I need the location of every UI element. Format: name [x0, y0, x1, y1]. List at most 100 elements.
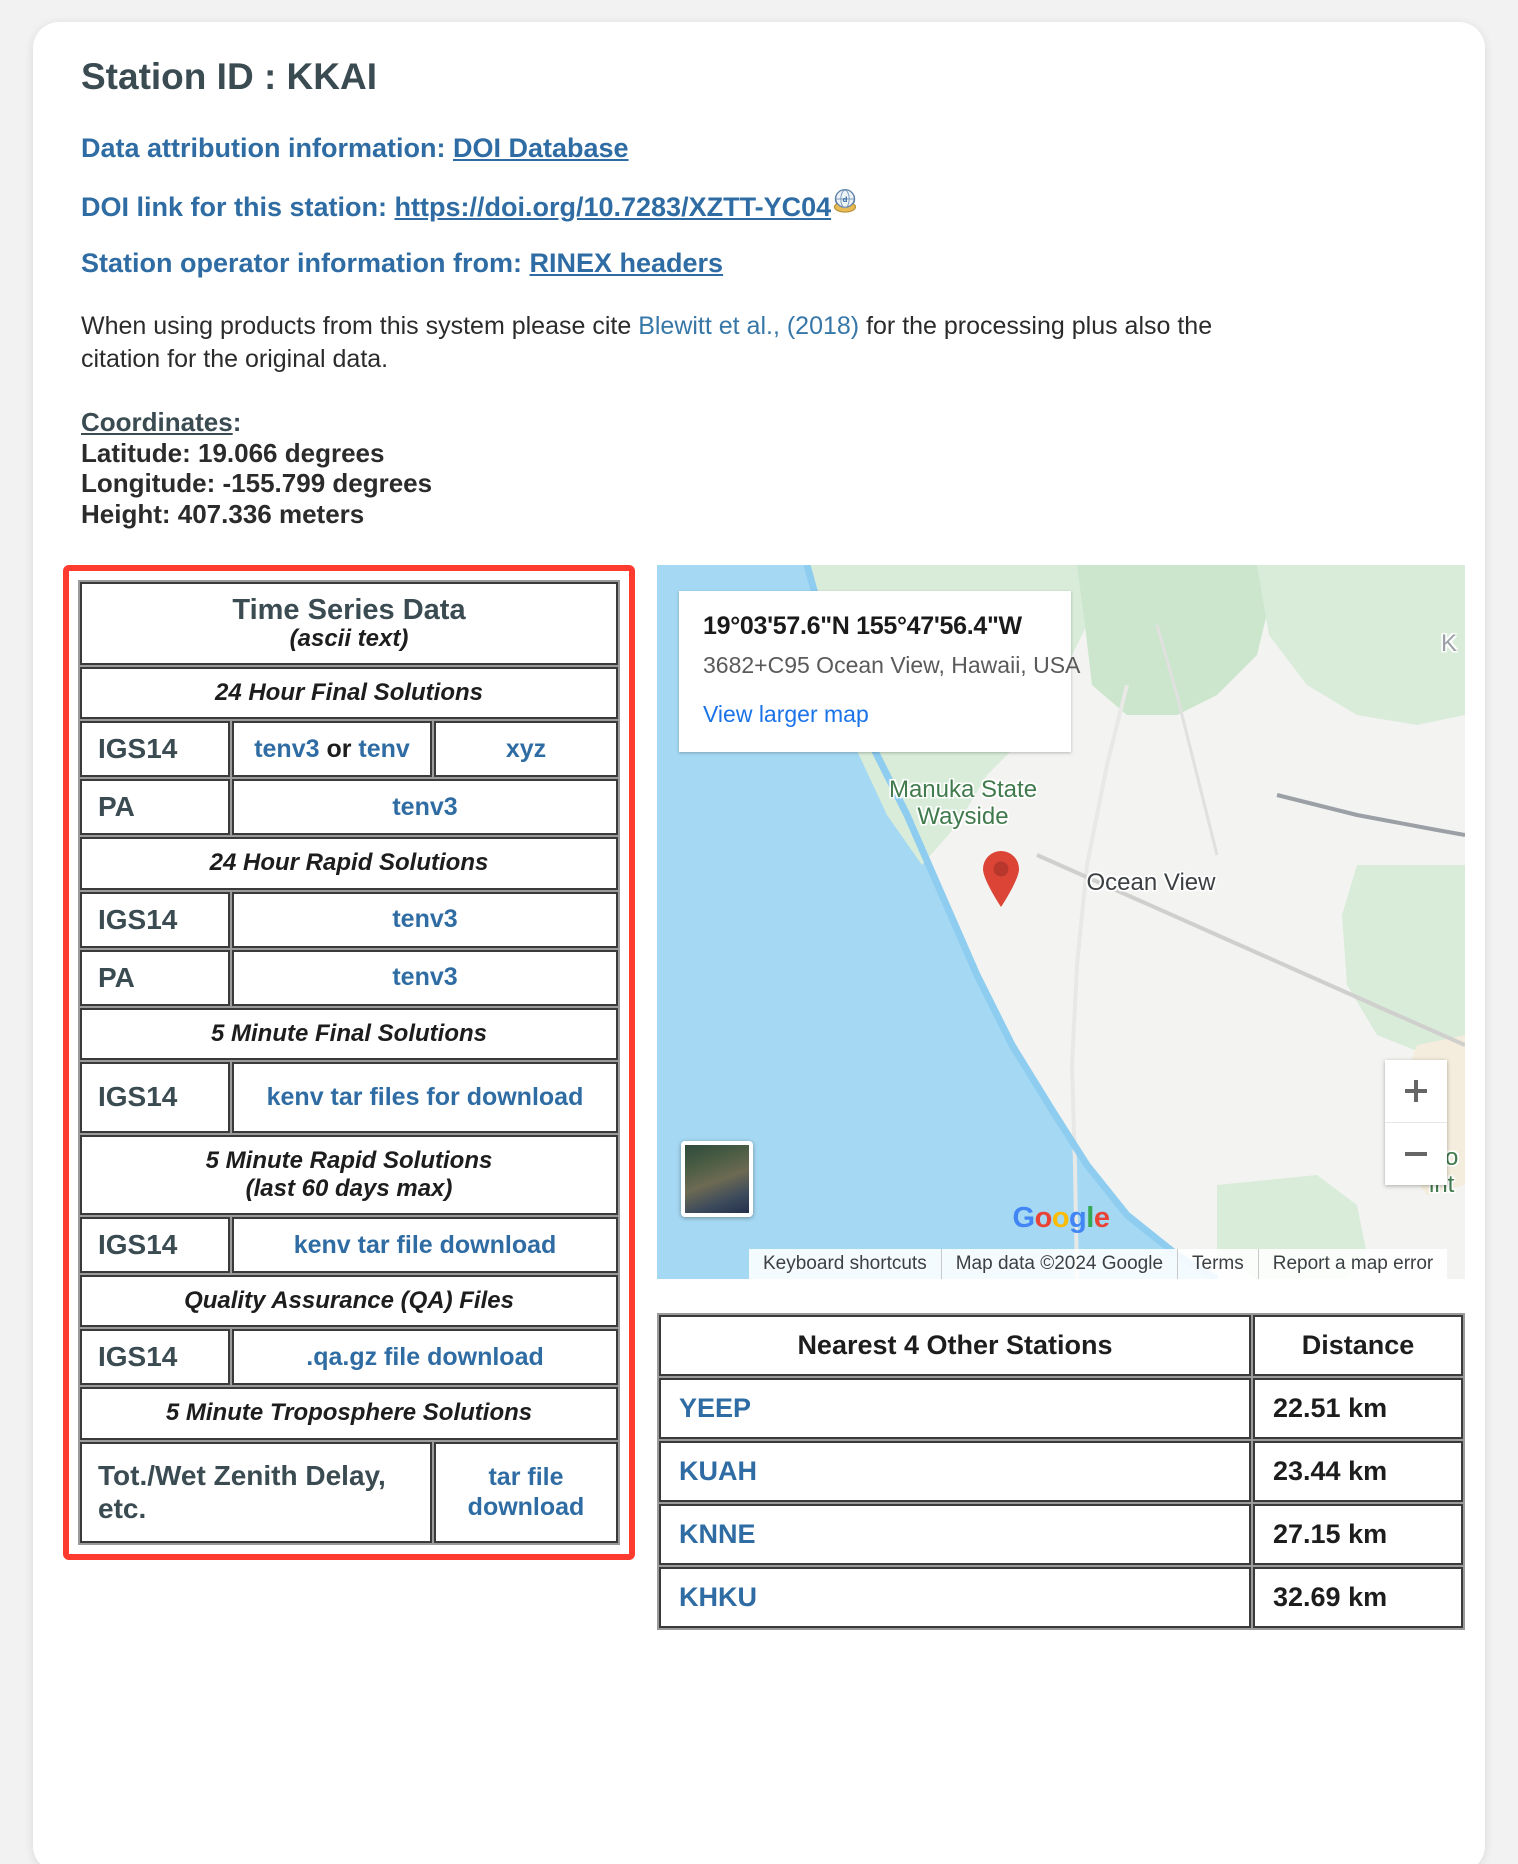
satellite-thumbnail-button[interactable] — [681, 1140, 753, 1217]
latitude-value: Latitude: 19.066 degrees — [81, 438, 385, 469]
station-link-kuah[interactable]: KUAH — [679, 1456, 757, 1486]
table-row-section-24h-final: 24 Hour Final Solutions — [80, 667, 618, 720]
cell-kenv-tar-files: kenv tar files for download — [232, 1062, 618, 1133]
or-separator: or — [319, 735, 359, 764]
table-row-section-5min-rapid: 5 Minute Rapid Solutions (last 60 days m… — [80, 1134, 618, 1216]
table-row: KHKU 32.69 km — [659, 1566, 1463, 1628]
google-logo-o2: o — [1051, 1201, 1070, 1234]
map-pin-icon[interactable] — [980, 850, 1022, 908]
right-column: 19°03'57.6"N 155°47'56.4"W 3682+C95 Ocea… — [657, 564, 1465, 1630]
svg-text:d: d — [843, 196, 848, 204]
station-name-cell: KUAH — [659, 1440, 1251, 1502]
google-logo-e: e — [1093, 1201, 1110, 1234]
section-heading-5min-rapid-line1: 5 Minute Rapid Solutions — [205, 1146, 493, 1174]
rinex-headers-link[interactable]: RINEX headers — [530, 248, 724, 278]
map-footer: Keyboard shortcuts Map data ©2024 Google… — [749, 1248, 1448, 1279]
cell-xyz: xyz — [434, 721, 618, 778]
station-distance-kuah: 23.44 km — [1253, 1440, 1463, 1502]
zoom-in-button[interactable] — [1385, 1060, 1447, 1122]
data-attribution-line: Data attribution information: DOI Databa… — [81, 132, 1455, 166]
table-row: IGS14 tenv3 — [80, 891, 618, 948]
link-tenv3-igs14-24h-rapid[interactable]: tenv3 — [392, 905, 457, 933]
station-distance-khku: 32.69 km — [1253, 1566, 1463, 1628]
keyboard-shortcuts-link[interactable]: Keyboard shortcuts — [749, 1249, 941, 1279]
table-row: PA tenv3 — [80, 779, 618, 836]
row-label-igs14-5min-final: IGS14 — [80, 1062, 230, 1133]
google-logo-g2: g — [1069, 1201, 1087, 1234]
link-xyz-24h-final[interactable]: xyz — [506, 735, 546, 763]
table-row: PA tenv3 — [80, 949, 618, 1006]
terms-link[interactable]: Terms — [1177, 1248, 1258, 1279]
header-distance: Distance — [1253, 1314, 1463, 1376]
section-heading-5min-rapid: 5 Minute Rapid Solutions (last 60 days m… — [80, 1134, 618, 1216]
station-name-cell: YEEP — [659, 1377, 1251, 1439]
longitude-value: Longitude: -155.799 degrees — [81, 468, 433, 499]
cell-tenv3-or-tenv: tenv3 or tenv — [232, 721, 432, 778]
page-title: Station ID : KKAI — [81, 56, 377, 97]
google-logo: Google — [1013, 1202, 1110, 1235]
station-link-khku[interactable]: KHKU — [679, 1582, 757, 1612]
row-label-igs14-qa: IGS14 — [80, 1329, 230, 1386]
plus-icon — [1405, 1079, 1427, 1102]
operator-info-line: Station operator information from: RINEX… — [81, 247, 1455, 281]
row-label-zenith-delay: Tot./Wet Zenith Delay, etc. — [80, 1441, 432, 1543]
table-row: KUAH 23.44 km — [659, 1440, 1463, 1502]
station-distance-knne: 27.15 km — [1253, 1503, 1463, 1565]
time-series-title: Time Series Data — [232, 593, 466, 626]
table-row: IGS14 kenv tar files for download — [80, 1062, 618, 1133]
report-map-error-link[interactable]: Report a map error — [1257, 1248, 1448, 1279]
map-zoom-controls[interactable] — [1385, 1059, 1447, 1185]
row-label-igs14-24h-rapid: IGS14 — [80, 891, 230, 948]
zoom-out-button[interactable] — [1385, 1123, 1447, 1185]
attribution-block: Data attribution information: DOI Databa… — [81, 132, 1455, 280]
table-row-section-5min-final: 5 Minute Final Solutions — [80, 1007, 618, 1060]
link-qa-gz-file-download[interactable]: .qa.gz file download — [306, 1343, 544, 1371]
row-label-pa-24h-final: PA — [80, 779, 230, 836]
link-kenv-tar-file-download[interactable]: kenv tar file download — [294, 1231, 557, 1259]
coordinates-heading-text: Coordinates — [81, 407, 233, 438]
link-tenv3-pa-24h-final[interactable]: tenv3 — [392, 793, 457, 821]
time-series-subtitle: (ascii text) — [289, 625, 409, 653]
minus-icon — [1405, 1151, 1427, 1156]
doi-globe-icon: d — [832, 188, 858, 223]
link-troposphere-tar-file-download[interactable]: tar file download — [468, 1463, 585, 1522]
row-label-pa-24h-rapid: PA — [80, 949, 230, 1006]
link-tenv3-pa-24h-rapid[interactable]: tenv3 — [392, 963, 457, 991]
station-link-yeep[interactable]: YEEP — [679, 1393, 751, 1423]
table-row: KNNE 27.15 km — [659, 1503, 1463, 1565]
time-series-data-table: Time Series Data (ascii text) 24 Hour Fi… — [78, 579, 620, 1545]
station-link-knne[interactable]: KNNE — [679, 1519, 756, 1549]
section-heading-24h-final: 24 Hour Final Solutions — [80, 667, 618, 720]
operator-info-label: Station operator information from: — [81, 247, 530, 278]
map-data-attribution: Map data ©2024 Google — [940, 1248, 1177, 1279]
doi-link-line: DOI link for this station: https://doi.o… — [81, 188, 1455, 225]
link-tenv-24h-final[interactable]: tenv — [358, 735, 409, 763]
table-row-section-qa: Quality Assurance (QA) Files — [80, 1275, 618, 1328]
section-heading-24h-rapid: 24 Hour Rapid Solutions — [80, 837, 618, 890]
google-map[interactable]: 19°03'57.6"N 155°47'56.4"W 3682+C95 Ocea… — [657, 564, 1465, 1279]
data-attribution-label: Data attribution information: — [81, 133, 453, 163]
page-root: Station ID : KKAI Data attribution infor… — [0, 0, 1518, 1864]
view-larger-map-link[interactable]: View larger map — [703, 701, 1047, 728]
table-row: IGS14 tenv3 or tenv xyz — [80, 721, 618, 778]
doi-database-link[interactable]: DOI Database — [453, 133, 629, 163]
table-row-section-24h-rapid: 24 Hour Rapid Solutions — [80, 837, 618, 890]
map-info-box: 19°03'57.6"N 155°47'56.4"W 3682+C95 Ocea… — [679, 590, 1080, 752]
height-value: Height: 407.336 meters — [81, 498, 365, 529]
coordinates-heading-colon: : — [232, 407, 242, 438]
link-tenv3-24h-final[interactable]: tenv3 — [254, 735, 319, 763]
station-doi-link[interactable]: https://doi.org/10.7283/XZTT-YC04 — [395, 192, 832, 222]
cell-troposphere-tar-file: tar file download — [434, 1441, 618, 1543]
coordinates-block: Coordinates: Latitude: 19.066 degrees Lo… — [81, 407, 1455, 528]
station-info-card: Station ID : KKAI Data attribution infor… — [33, 22, 1485, 1864]
table-header-row: Nearest 4 Other Stations Distance — [659, 1314, 1463, 1376]
cell-tenv3-igs14-rapid: tenv3 — [232, 891, 618, 948]
header-nearest-stations: Nearest 4 Other Stations — [659, 1314, 1251, 1376]
link-kenv-tar-files-download[interactable]: kenv tar files for download — [267, 1083, 584, 1111]
section-heading-qa-files: Quality Assurance (QA) Files — [80, 1275, 618, 1328]
blewitt-citation-link[interactable]: Blewitt et al., (2018) — [638, 312, 859, 340]
citation-paragraph: When using products from this system ple… — [81, 310, 1271, 375]
doi-link-label: DOI link for this station: — [81, 191, 395, 222]
section-heading-5min-final: 5 Minute Final Solutions — [80, 1007, 618, 1060]
cell-qa-gz-file: .qa.gz file download — [232, 1329, 618, 1386]
